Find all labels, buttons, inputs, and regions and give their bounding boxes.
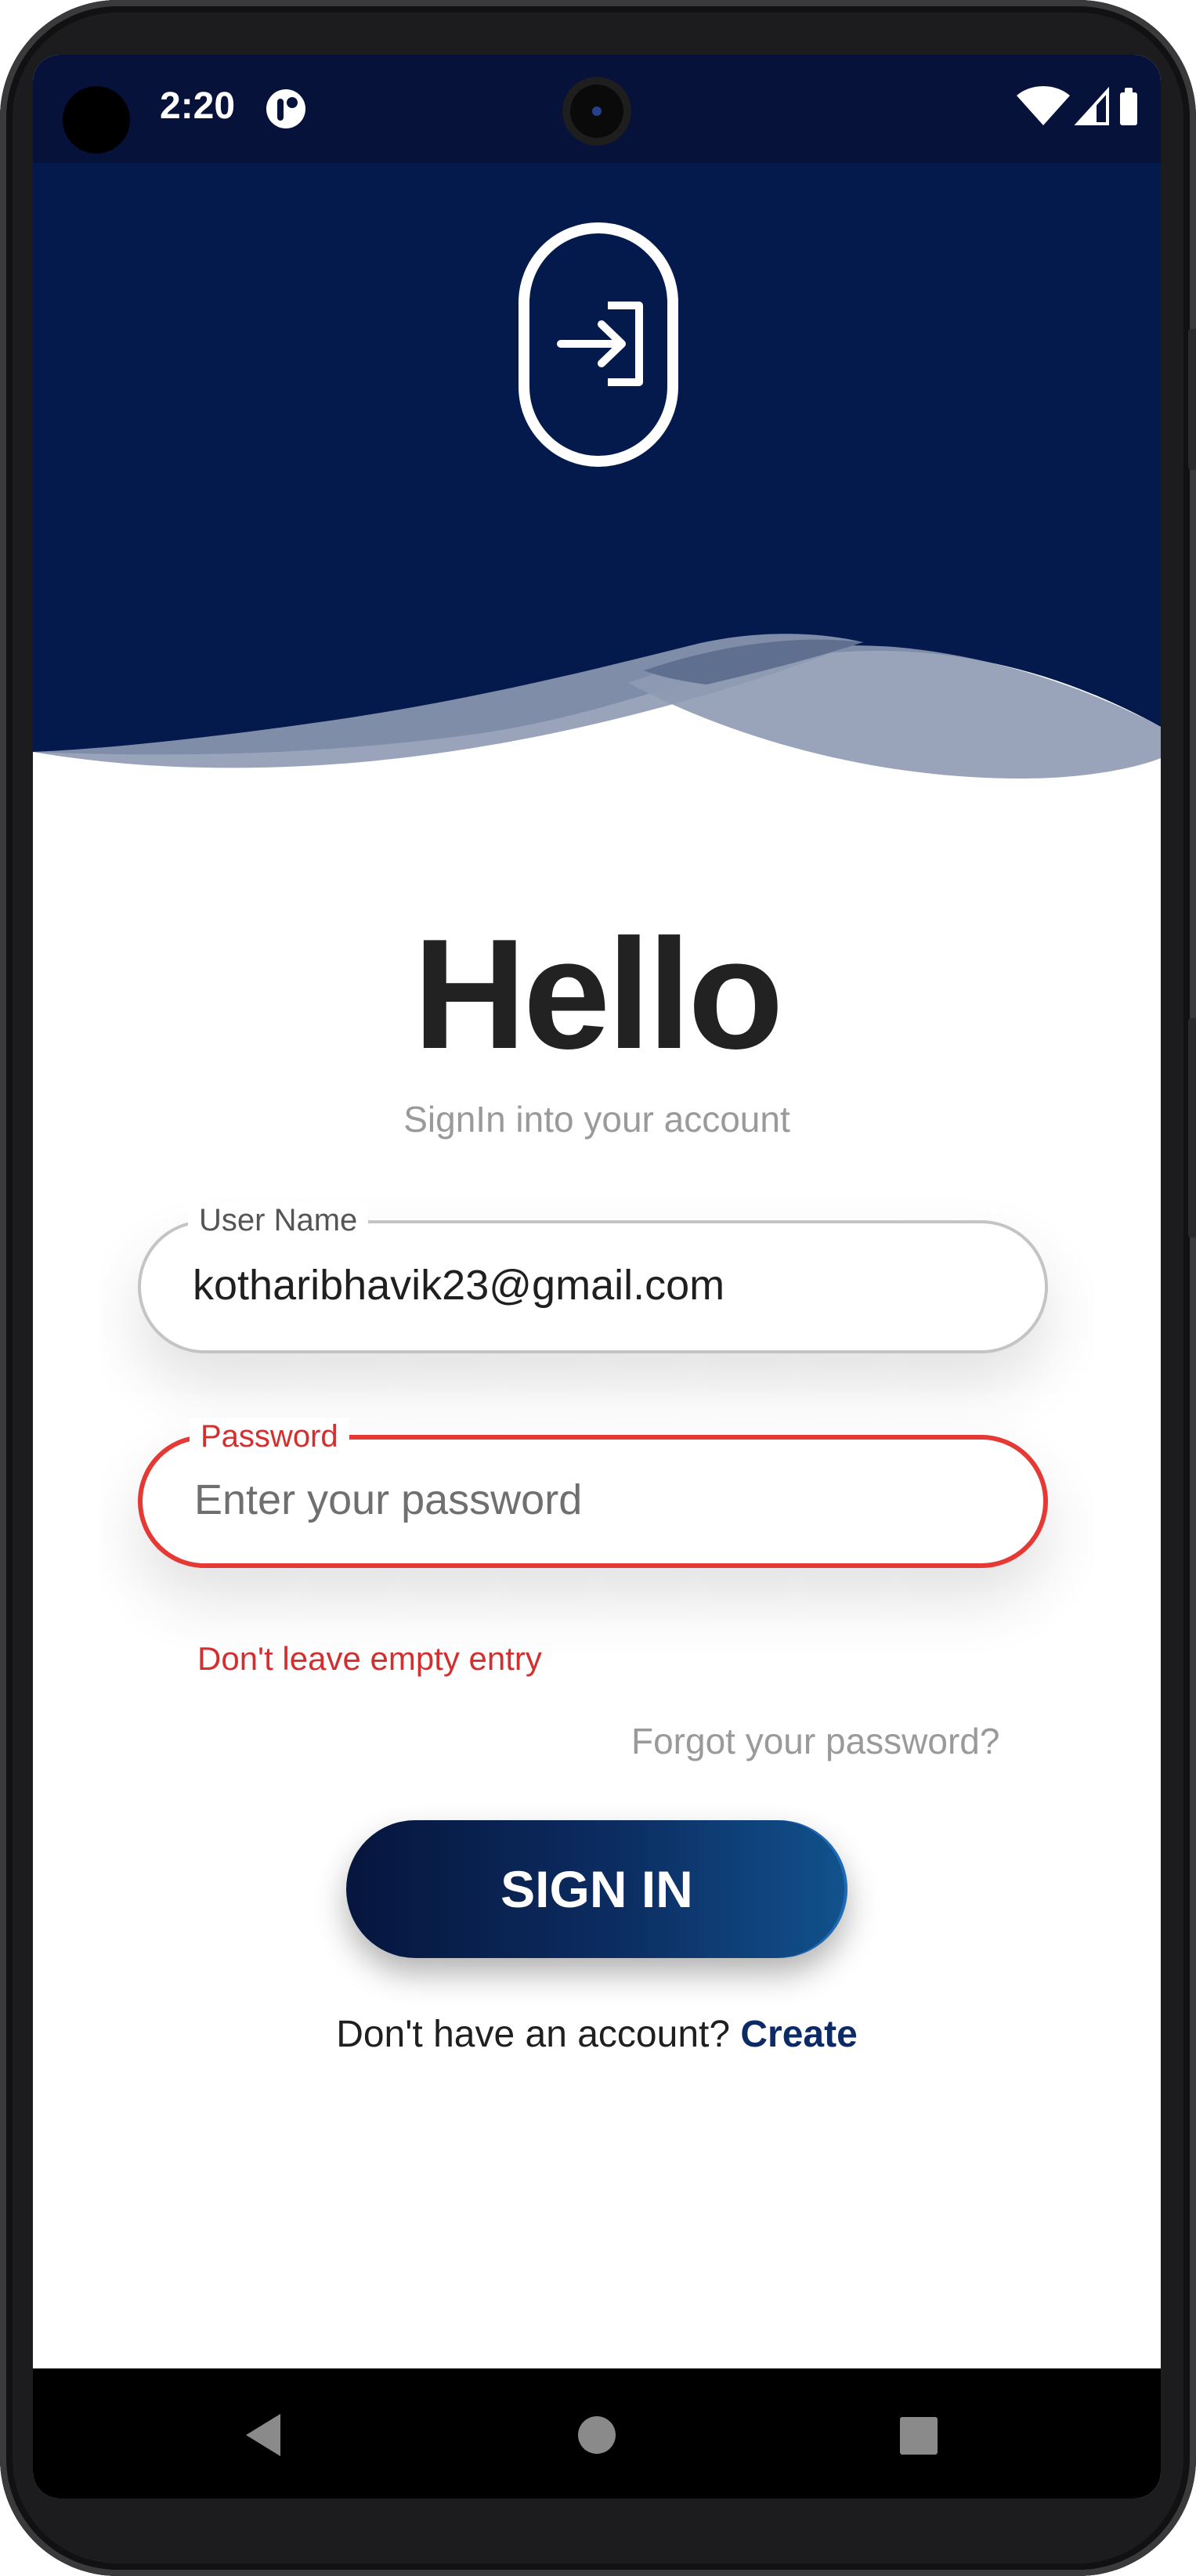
wifi-icon bbox=[1017, 86, 1070, 125]
status-bar: 2:20 bbox=[33, 55, 1161, 163]
login-logo bbox=[519, 222, 678, 467]
front-camera-left bbox=[63, 86, 130, 154]
password-label: Password bbox=[190, 1418, 349, 1455]
back-icon[interactable] bbox=[229, 2400, 299, 2470]
navigation-bar bbox=[33, 2368, 1161, 2498]
screen: 2:20 Hello SignIn into your account User… bbox=[33, 55, 1161, 2498]
page-subtitle: SignIn into your account bbox=[403, 1099, 790, 1140]
front-camera bbox=[562, 77, 631, 146]
username-value[interactable]: kotharibhavik23@gmail.com bbox=[193, 1258, 724, 1313]
status-time: 2:20 bbox=[160, 85, 236, 127]
header-waves bbox=[33, 462, 1161, 779]
status-icons bbox=[1017, 86, 1137, 125]
username-field[interactable]: User Name kotharibhavik23@gmail.com bbox=[138, 1201, 1048, 1353]
password-error-message: Don't leave empty entry bbox=[197, 1640, 542, 1677]
sign-in-button[interactable]: SIGN IN bbox=[346, 1820, 847, 1958]
username-label: User Name bbox=[188, 1201, 369, 1239]
phone-frame: 2:20 Hello SignIn into your account User… bbox=[0, 0, 1196, 2576]
register-prompt: Don't have an account? Create bbox=[33, 2013, 1161, 2056]
home-icon[interactable] bbox=[562, 2400, 632, 2470]
app-notification-icon bbox=[266, 89, 305, 128]
volume-button bbox=[1188, 1018, 1196, 1237]
battery-icon bbox=[1120, 88, 1137, 125]
forgot-password-link[interactable]: Forgot your password? bbox=[631, 1720, 999, 1762]
page-title: Hello bbox=[413, 907, 784, 1082]
login-arrow-icon bbox=[557, 302, 643, 386]
create-account-link[interactable]: Create bbox=[740, 2014, 857, 2055]
register-prompt-text: Don't have an account? bbox=[336, 2014, 731, 2055]
cell-signal-icon bbox=[1074, 86, 1109, 125]
password-field[interactable]: Password bbox=[138, 1418, 1048, 1568]
power-button bbox=[1188, 329, 1196, 470]
password-input[interactable] bbox=[194, 1476, 977, 1524]
recents-icon[interactable] bbox=[883, 2400, 953, 2470]
